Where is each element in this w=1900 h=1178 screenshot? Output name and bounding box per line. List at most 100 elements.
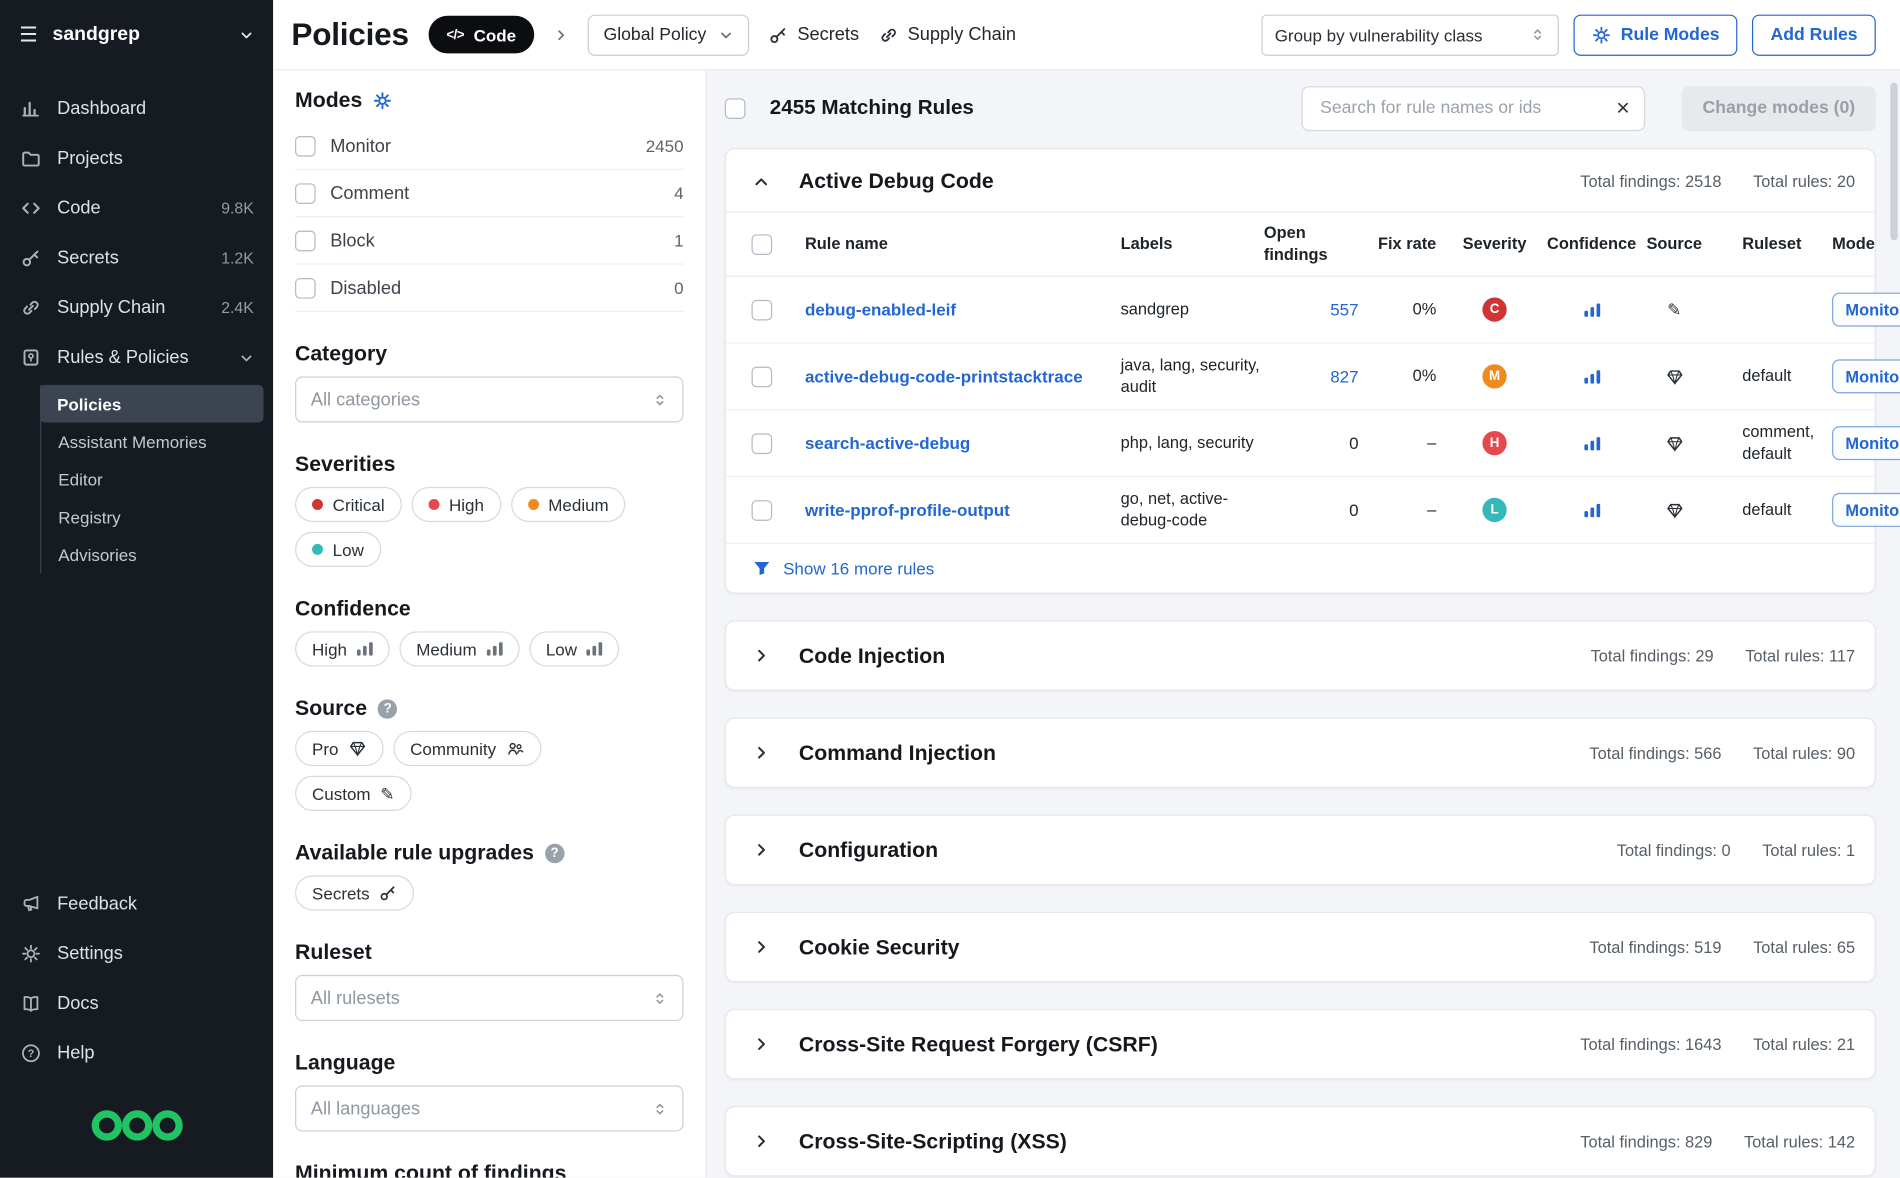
change-modes-button[interactable]: Change modes (0) — [1682, 86, 1876, 131]
count-badge: 9.8K — [221, 199, 253, 217]
sidebar-item-label: Supply Chain — [57, 297, 165, 318]
severity-pill-low[interactable]: Low — [295, 532, 381, 567]
help-tooltip-icon[interactable]: ? — [545, 843, 564, 862]
block-checkbox[interactable] — [295, 230, 316, 251]
confidence-pill-low[interactable]: Low — [529, 631, 620, 666]
sidebar-item-label: Projects — [57, 148, 123, 169]
comment-checkbox[interactable] — [295, 183, 316, 204]
custom-source-pencil-icon: ✎ — [1665, 300, 1684, 319]
upgrade-pill-secrets[interactable]: Secrets — [295, 875, 415, 910]
key-icon — [768, 25, 787, 44]
mode-dropdown[interactable]: Monitor — [1832, 493, 1900, 527]
group-by-select[interactable]: Group by vulnerability class — [1261, 14, 1558, 55]
search-input[interactable] — [1318, 97, 1614, 119]
confidence-bars-icon — [1584, 303, 1600, 316]
show-more-rules[interactable]: Show 16 more rules — [726, 544, 1875, 593]
sidebar-item-code[interactable]: Code 9.8K — [0, 183, 273, 233]
sidebar-item-help[interactable]: ? Help — [0, 1028, 273, 1078]
mode-dropdown[interactable]: Monitor — [1832, 293, 1900, 327]
sidebar-item-assistant-memories[interactable]: Assistant Memories — [41, 423, 263, 461]
ruleset-select[interactable]: All rulesets — [295, 975, 684, 1021]
sidebar-item-rules-policies[interactable]: Rules & Policies — [0, 333, 273, 383]
sidebar-item-label: Dashboard — [57, 98, 146, 119]
expand-icon[interactable] — [753, 648, 770, 665]
total-rules: Total rules: 142 — [1744, 1133, 1855, 1151]
expand-icon[interactable] — [753, 1133, 770, 1150]
rule-group-xss[interactable]: Cross-Site-Scripting (XSS) Total finding… — [725, 1107, 1876, 1177]
clear-search-icon[interactable]: × — [1614, 97, 1632, 120]
table-row: search-active-debug php, lang, security … — [726, 411, 1875, 478]
secrets-product-tab[interactable]: Secrets — [768, 24, 859, 45]
sidebar-item-settings[interactable]: Settings — [0, 929, 273, 979]
filter-funnel-icon — [753, 560, 771, 578]
count-badge: 1.2K — [221, 249, 253, 267]
sidebar-item-policies[interactable]: Policies — [40, 385, 263, 423]
rule-group-code-injection[interactable]: Code Injection Total findings: 29 Total … — [725, 621, 1876, 691]
collapse-icon[interactable] — [753, 173, 770, 190]
group-header[interactable]: Active Debug Code Total findings: 2518 T… — [726, 149, 1875, 211]
help-tooltip-icon[interactable]: ? — [378, 699, 397, 718]
source-pill-pro[interactable]: Pro — [295, 731, 383, 766]
menu-icon[interactable]: ☰ — [19, 24, 38, 45]
rule-group-configuration[interactable]: Configuration Total findings: 0 Total ru… — [725, 815, 1876, 885]
fix-rate: 0% — [1368, 356, 1446, 398]
open-findings-link[interactable]: 557 — [1330, 299, 1358, 322]
expand-icon[interactable] — [753, 1036, 770, 1053]
rule-group-command-injection[interactable]: Command Injection Total findings: 566 To… — [725, 718, 1876, 788]
rule-name-link[interactable]: search-active-debug — [805, 432, 970, 455]
gem-icon — [348, 739, 366, 757]
code-product-tab[interactable]: </> Code — [428, 16, 534, 54]
severity-pill-medium[interactable]: Medium — [511, 487, 626, 522]
rule-group-cookie-security[interactable]: Cookie Security Total findings: 519 Tota… — [725, 912, 1876, 982]
medium-dot-icon — [528, 499, 539, 510]
severity-pill-critical[interactable]: Critical — [295, 487, 402, 522]
open-findings-link[interactable]: 827 — [1330, 365, 1358, 388]
confidence-pill-high[interactable]: High — [295, 631, 389, 666]
row-checkbox[interactable] — [752, 300, 773, 321]
rule-name-link[interactable]: active-debug-code-printstacktrace — [805, 365, 1083, 388]
source-pill-custom[interactable]: Custom✎ — [295, 776, 412, 811]
rule-name-link[interactable]: debug-enabled-leif — [805, 299, 956, 322]
sidebar-item-label: Docs — [57, 993, 99, 1014]
category-select[interactable]: All categories — [295, 376, 684, 422]
filter-category: Category All categories — [295, 341, 684, 422]
scrollbar[interactable] — [1890, 83, 1897, 241]
table-row: write-pprof-profile-output go, net, acti… — [726, 478, 1875, 545]
group-select-checkbox[interactable] — [752, 234, 773, 255]
policy-select[interactable]: Global Policy — [588, 14, 749, 55]
severity-pill-high[interactable]: High — [411, 487, 501, 522]
add-rules-button[interactable]: Add Rules — [1752, 14, 1875, 55]
monitor-checkbox[interactable] — [295, 135, 316, 156]
disabled-checkbox[interactable] — [295, 277, 316, 298]
mode-dropdown[interactable]: Monitor — [1832, 360, 1900, 394]
expand-icon[interactable] — [753, 939, 770, 956]
source-pill-community[interactable]: Community — [393, 731, 541, 766]
expand-icon[interactable] — [753, 842, 770, 859]
sidebar-item-projects[interactable]: Projects — [0, 134, 273, 184]
sidebar-item-feedback[interactable]: Feedback — [0, 879, 273, 929]
rule-name-link[interactable]: write-pprof-profile-output — [805, 499, 1010, 522]
sidebar-item-docs[interactable]: Docs — [0, 979, 273, 1029]
row-checkbox[interactable] — [752, 367, 773, 388]
sidebar-item-label: Settings — [57, 943, 123, 964]
sidebar-item-advisories[interactable]: Advisories — [41, 535, 263, 573]
group-title: Configuration — [799, 838, 938, 863]
sidebar-item-dashboard[interactable]: Dashboard — [0, 84, 273, 134]
filters-panel: Modes Monitor 2450 Comment 4 — [273, 70, 706, 1177]
row-checkbox[interactable] — [752, 500, 773, 521]
confidence-pill-medium[interactable]: Medium — [399, 631, 519, 666]
expand-icon[interactable] — [753, 745, 770, 762]
mode-dropdown[interactable]: Monitor — [1832, 427, 1900, 461]
sidebar-item-supply-chain[interactable]: Supply Chain 2.4K — [0, 283, 273, 333]
modes-settings-gear-icon[interactable] — [373, 90, 392, 109]
row-checkbox[interactable] — [752, 433, 773, 454]
sidebar-item-secrets[interactable]: Secrets 1.2K — [0, 233, 273, 283]
rule-group-csrf[interactable]: Cross-Site Request Forgery (CSRF) Total … — [725, 1009, 1876, 1079]
supply-chain-product-tab[interactable]: Supply Chain — [878, 24, 1015, 45]
sidebar-item-registry[interactable]: Registry — [41, 498, 263, 536]
rule-modes-button[interactable]: Rule Modes — [1573, 14, 1737, 55]
select-all-checkbox[interactable] — [725, 98, 746, 119]
language-select[interactable]: All languages — [295, 1085, 684, 1131]
sidebar-item-editor[interactable]: Editor — [41, 460, 263, 498]
org-switcher[interactable]: ☰ sandgrep — [0, 0, 273, 69]
